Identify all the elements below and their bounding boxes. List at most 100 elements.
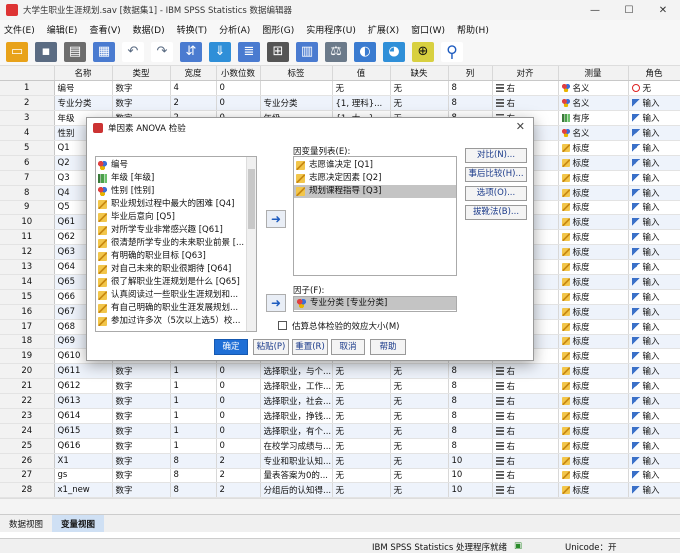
move-to-dependent-button[interactable]: ➜ bbox=[266, 210, 286, 228]
grid-cell[interactable]: gs bbox=[54, 468, 113, 484]
measure-cell[interactable]: 名义 bbox=[558, 95, 629, 112]
grid-cell[interactable]: 8 bbox=[448, 408, 493, 424]
grid-cell[interactable]: 无 bbox=[390, 408, 449, 424]
grid-cell[interactable]: 数字 bbox=[112, 453, 171, 469]
grid-cell[interactable]: 1 bbox=[170, 393, 217, 409]
grid-cell[interactable]: 数字 bbox=[112, 438, 171, 454]
grid-cell[interactable]: 无 bbox=[332, 468, 391, 484]
grid-cell[interactable]: 8 bbox=[448, 423, 493, 439]
role-cell[interactable]: 输入 bbox=[628, 200, 680, 216]
grid-cell[interactable]: 无 bbox=[390, 438, 449, 454]
measure-cell[interactable]: 标度 bbox=[558, 423, 629, 439]
row-number[interactable]: 6 bbox=[0, 155, 55, 171]
column-header[interactable]: 角色 bbox=[628, 66, 680, 82]
role-cell[interactable]: 输入 bbox=[628, 378, 680, 395]
grid-cell[interactable]: 2 bbox=[216, 453, 261, 469]
grid-cell[interactable]: 0 bbox=[216, 95, 261, 112]
list-item[interactable]: 毕业后意向 [Q5] bbox=[96, 211, 256, 224]
grid-cell[interactable]: 选择职业，社会... bbox=[260, 393, 333, 409]
grid-cell[interactable]: Q614 bbox=[54, 408, 113, 424]
maximize-button[interactable]: ☐ bbox=[612, 5, 646, 16]
align-cell[interactable]: 右 bbox=[492, 95, 559, 112]
column-header[interactable]: 值 bbox=[332, 66, 391, 82]
source-list-scrollbar[interactable] bbox=[246, 157, 256, 331]
grid-cell[interactable]: 编号 bbox=[54, 80, 113, 97]
column-header[interactable]: 对齐 bbox=[492, 66, 559, 82]
column-header[interactable]: 标签 bbox=[260, 66, 333, 82]
redo-icon[interactable]: ↷ bbox=[151, 41, 173, 62]
search-icon[interactable]: ⚲ bbox=[441, 41, 463, 62]
row-number[interactable]: 26 bbox=[0, 453, 55, 469]
grid-cell[interactable]: Q613 bbox=[54, 393, 113, 409]
grid-cell[interactable]: 无 bbox=[332, 423, 391, 439]
measure-cell[interactable]: 标度 bbox=[558, 393, 629, 409]
use-sets-icon[interactable]: ⊕ bbox=[412, 41, 434, 62]
align-cell[interactable]: 右 bbox=[492, 423, 559, 439]
dependent-list[interactable]: 志愿谁决定 [Q1] 志愿决定因素 [Q2] 规划课程指导 [Q3] bbox=[293, 156, 457, 276]
row-number[interactable]: 27 bbox=[0, 468, 55, 484]
grid-cell[interactable]: 数字 bbox=[112, 423, 171, 439]
list-item[interactable]: 编号 bbox=[96, 159, 256, 172]
grid-cell[interactable]: 无 bbox=[390, 482, 449, 498]
grid-cell[interactable]: 8 bbox=[170, 482, 217, 498]
measure-cell[interactable]: 标度 bbox=[558, 244, 629, 261]
menu-view[interactable]: 查看(V) bbox=[89, 23, 120, 36]
grid-cell[interactable]: 无 bbox=[332, 363, 391, 380]
row-number[interactable]: 21 bbox=[0, 378, 55, 395]
grid-cell[interactable]: 10 bbox=[448, 453, 493, 469]
menu-utilities[interactable]: 实用程序(U) bbox=[306, 23, 356, 36]
row-number[interactable]: 16 bbox=[0, 304, 55, 320]
measure-cell[interactable]: 名义 bbox=[558, 125, 629, 141]
grid-cell[interactable]: 无 bbox=[390, 363, 449, 380]
grid-cell[interactable]: 数字 bbox=[112, 408, 171, 424]
role-cell[interactable]: 输入 bbox=[628, 393, 680, 409]
close-button[interactable]: ✕ bbox=[646, 5, 680, 16]
measure-cell[interactable]: 标度 bbox=[558, 482, 629, 498]
role-cell[interactable]: 输入 bbox=[628, 170, 680, 186]
menu-help[interactable]: 帮助(H) bbox=[457, 23, 489, 36]
list-item[interactable]: 参加过许多次（5次以上选5）校... bbox=[96, 315, 256, 328]
measure-cell[interactable]: 标度 bbox=[558, 408, 629, 424]
align-cell[interactable]: 右 bbox=[492, 80, 559, 97]
grid-cell[interactable]: 无 bbox=[332, 393, 391, 409]
grid-cell[interactable]: 数字 bbox=[112, 378, 171, 395]
list-item[interactable]: 职业规划过程中最大的困难 [Q4] bbox=[96, 198, 256, 211]
measure-cell[interactable]: 标度 bbox=[558, 363, 629, 380]
align-cell[interactable]: 右 bbox=[492, 468, 559, 484]
row-number[interactable]: 15 bbox=[0, 289, 55, 305]
options-button[interactable]: 选项(O)... bbox=[465, 186, 527, 201]
grid-cell[interactable]: 数字 bbox=[112, 468, 171, 484]
list-item[interactable]: 性别 [性别] bbox=[96, 185, 256, 198]
list-item[interactable]: 有明确的职业目标 [Q63] bbox=[96, 250, 256, 263]
measure-cell[interactable]: 标度 bbox=[558, 378, 629, 395]
column-header[interactable]: 类型 bbox=[112, 66, 171, 82]
grid-cell[interactable]: 10 bbox=[448, 482, 493, 498]
grid-cell[interactable]: 1 bbox=[170, 378, 217, 395]
column-header[interactable]: 测量 bbox=[558, 66, 629, 82]
menu-window[interactable]: 窗口(W) bbox=[411, 23, 445, 36]
row-number[interactable]: 8 bbox=[0, 185, 55, 201]
role-cell[interactable]: 输入 bbox=[628, 214, 680, 231]
row-number[interactable]: 17 bbox=[0, 319, 55, 335]
role-cell[interactable]: 输入 bbox=[628, 482, 680, 498]
grid-cell[interactable]: 分组后的认知得... bbox=[260, 482, 333, 498]
grid-cell[interactable]: {1, 理科}... bbox=[332, 95, 391, 112]
measure-cell[interactable]: 标度 bbox=[558, 289, 629, 305]
list-item[interactable]: 很清楚所学专业的未来职业前景 [... bbox=[96, 237, 256, 250]
grid-cell[interactable]: 选择职业，与个... bbox=[260, 363, 333, 380]
effect-size-checkbox[interactable] bbox=[278, 321, 287, 330]
measure-cell[interactable]: 名义 bbox=[558, 80, 629, 97]
grid-cell[interactable]: 选择职业，有个... bbox=[260, 423, 333, 439]
row-number[interactable]: 14 bbox=[0, 274, 55, 290]
measure-cell[interactable]: 标度 bbox=[558, 200, 629, 216]
list-item[interactable]: 对自己未来的职业很期待 [Q64] bbox=[96, 263, 256, 276]
menu-data[interactable]: 数据(D) bbox=[133, 23, 165, 36]
role-cell[interactable]: 无 bbox=[628, 80, 680, 97]
role-cell[interactable]: 输入 bbox=[628, 95, 680, 112]
grid-cell[interactable]: 8 bbox=[448, 95, 493, 112]
list-item[interactable]: 年级 [年级] bbox=[96, 172, 256, 185]
role-cell[interactable]: 输入 bbox=[628, 304, 680, 320]
column-header[interactable]: 小数位数 bbox=[216, 66, 261, 82]
column-header[interactable]: 名称 bbox=[54, 66, 113, 82]
row-number[interactable]: 11 bbox=[0, 229, 55, 246]
